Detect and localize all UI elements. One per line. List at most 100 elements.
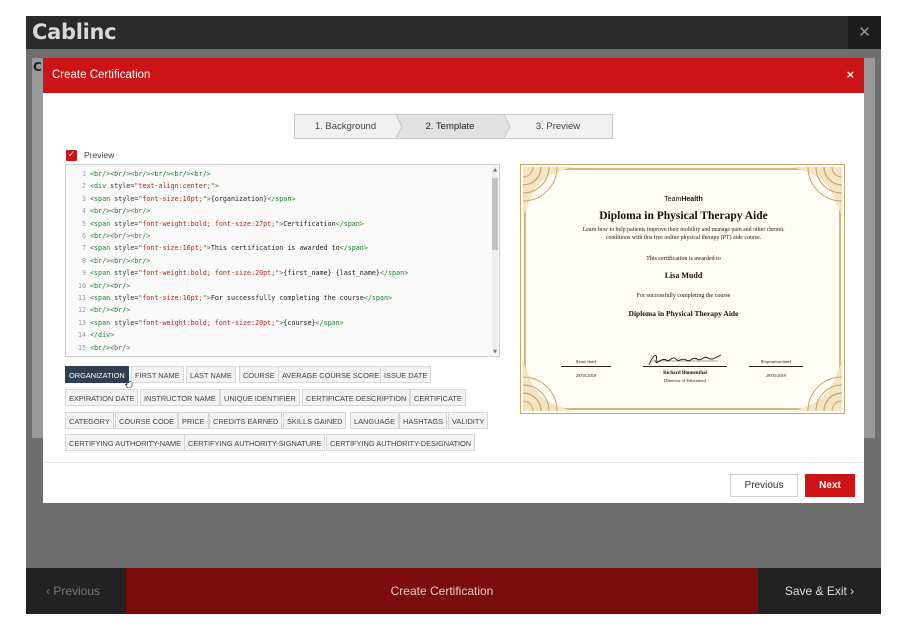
line-number: 2 [81,182,86,191]
previous-button[interactable]: Previous [730,474,798,497]
signer-title: [Director of Education] [663,378,707,383]
code-token: For successfully completing the course [210,294,364,302]
app-header: Cablinc ✕ [26,16,881,49]
line-number: 4 [81,207,86,216]
tag-certifying-authority-signature[interactable]: CERTIFYING AUTHORITY-SIGNATURE [184,434,326,451]
line-number: 1 [81,170,86,178]
code-token: <br/><br/><br/><br/><br/><br/> [90,170,211,178]
certificate-preview: TeamHealth Diploma in Physical Therapy A… [520,164,845,414]
tag-price[interactable]: PRICE [178,412,209,429]
code-line: 8 <br/><br/><br/> [66,255,150,267]
code-token: <span [90,294,115,302]
step-preview[interactable]: 3. Preview [504,115,612,138]
code-token: "font-weight:bold; font-size:27pt;" [138,219,280,228]
certificate-description: Learn how to help patients improve their… [582,227,785,241]
tag-certifying-authority-name[interactable]: CERTIFYING AUTHORITY-NAME [65,434,186,451]
preview-checkbox[interactable]: ✓ [66,150,77,161]
scroll-down-icon[interactable]: ▼ [493,349,497,355]
tag-organization[interactable]: ORGANIZATION [65,366,129,383]
line-number: 3 [81,194,86,203]
code-token: </span> [315,318,344,327]
step-background[interactable]: 1. Background [295,115,396,138]
step-separator-icon [498,115,510,138]
code-token: "font-size:16pt;" [138,294,207,302]
tag-issue-date[interactable]: ISSUE DATE [380,366,432,383]
tag-language[interactable]: LANGUAGE [350,412,400,429]
code-token: <br/><br/> [90,281,131,290]
code-line: 1 <br/><br/><br/><br/><br/><br/> [66,168,211,180]
tag-category[interactable]: CATEGORY [65,412,114,429]
scroll-up-icon[interactable]: ▲ [493,167,497,173]
line-number: 12 [77,306,86,315]
line-number: 10 [77,281,86,290]
save-exit-button[interactable]: Save & Exit › [758,568,881,614]
code-token: "text-align:center;" [134,182,215,191]
wizard-steps: 1. Background 2. Template 3. Preview [294,114,613,139]
tag-skills-gained[interactable]: SKILLS GAINED [283,412,347,429]
code-token: </div> [90,331,115,340]
tag-credits-earned[interactable]: CREDITS EARNED [209,412,283,429]
next-button[interactable]: Next [805,474,855,497]
code-line: 14 </div> [66,329,114,341]
step-template[interactable]: 2. Template [396,115,504,138]
tag-certificate[interactable]: CERTIFICATE [410,389,466,406]
editor-scroll-thumb[interactable] [492,178,498,250]
preview-label: Preview [84,150,115,160]
code-line: 3 <span style="font-size:10pt;">{organiza… [66,193,295,205]
code-token: style= [114,269,139,278]
expiry-date-label: [Expiration date] [760,359,792,364]
brand-logo: Cablinc [32,20,117,44]
code-token: style= [114,318,139,327]
code-line: 10 <br/><br/> [66,280,130,292]
code-token: style= [114,194,139,203]
code-line: 12 <br/><br/> [66,304,130,316]
tag-hashtags[interactable]: HASHTAGS [399,412,448,429]
step-separator-icon [390,115,402,138]
code-token: <br/><br/> [90,343,131,352]
corner-ornament-icon [792,361,842,411]
code-token: Certification [283,219,336,228]
modal-close-icon[interactable]: × [846,68,855,81]
template-code-editor[interactable]: ▲ ▼ 1 <br/><br/><br/><br/><br/><br/> 2 <div… [65,164,500,357]
line-number: 7 [81,244,86,253]
code-token: </span> [267,194,296,203]
code-token: {first_name} {last_name} [283,269,380,278]
tag-unique-identifier[interactable]: UNIQUE IDENTIFIER [220,389,300,406]
certificate-success-text: For successfully completing the course [636,293,731,299]
code-line: 2 <div style="text-align:center;"> [66,180,219,192]
close-icon[interactable]: ✕ [848,16,881,49]
tag-certificate-description[interactable]: CERTIFICATE DESCRIPTION [302,389,411,406]
certificate-title: Diploma in Physical Therapy Aide [599,210,768,222]
line-number: 15 [77,343,86,352]
code-line: 11 <span style="font-size:16pt;">For succ… [66,292,392,304]
footer-previous-button[interactable]: ‹ Previous [26,568,126,614]
expiry-date-value: 29/05/2019 [765,373,787,378]
tag-certifying-authority-designation[interactable]: CERTIFYING AUTHORITY-DESIGNATION [326,434,476,451]
tag-average-course-score[interactable]: AVERAGE COURSE SCORE [278,366,384,383]
code-line: 5 <span style="font-weight:bold; font-siz… [66,218,364,230]
tag-first-name[interactable]: FIRST NAME [131,366,184,383]
code-token: style= [114,244,139,253]
code-line: 6 <br/><br/><br/> [66,230,150,242]
code-token: <br/><br/> [90,306,131,315]
code-token: style= [110,182,135,191]
tag-instructor-name[interactable]: INSTRUCTOR NAME [140,389,220,406]
code-token: "font-weight:bold; font-size:20pt;" [138,318,280,327]
code-token: <span [90,194,115,203]
signature-line [643,366,727,367]
code-token: </span> [335,219,364,228]
code-token: {organization} [210,194,268,203]
line-number: 14 [77,331,86,340]
code-token: <br/><br/><br/> [90,256,151,265]
tag-last-name[interactable]: LAST NAME [186,366,236,383]
certificate-course-name: Diploma in Physical Therapy Aide [628,309,739,318]
tag-course[interactable]: COURSE [239,366,279,383]
code-token: {course} [283,318,316,327]
tag-validity[interactable]: VALIDITY [448,412,489,429]
issue-date-line [561,366,611,367]
code-token: </span> [339,244,368,253]
code-token: > [214,182,219,191]
certificate-recipient-name: Lisa Mudd [664,271,703,280]
tag-course-code[interactable]: COURSE CODE [115,412,179,429]
tag-expiration-date[interactable]: EXPIRATION DATE [65,389,139,406]
